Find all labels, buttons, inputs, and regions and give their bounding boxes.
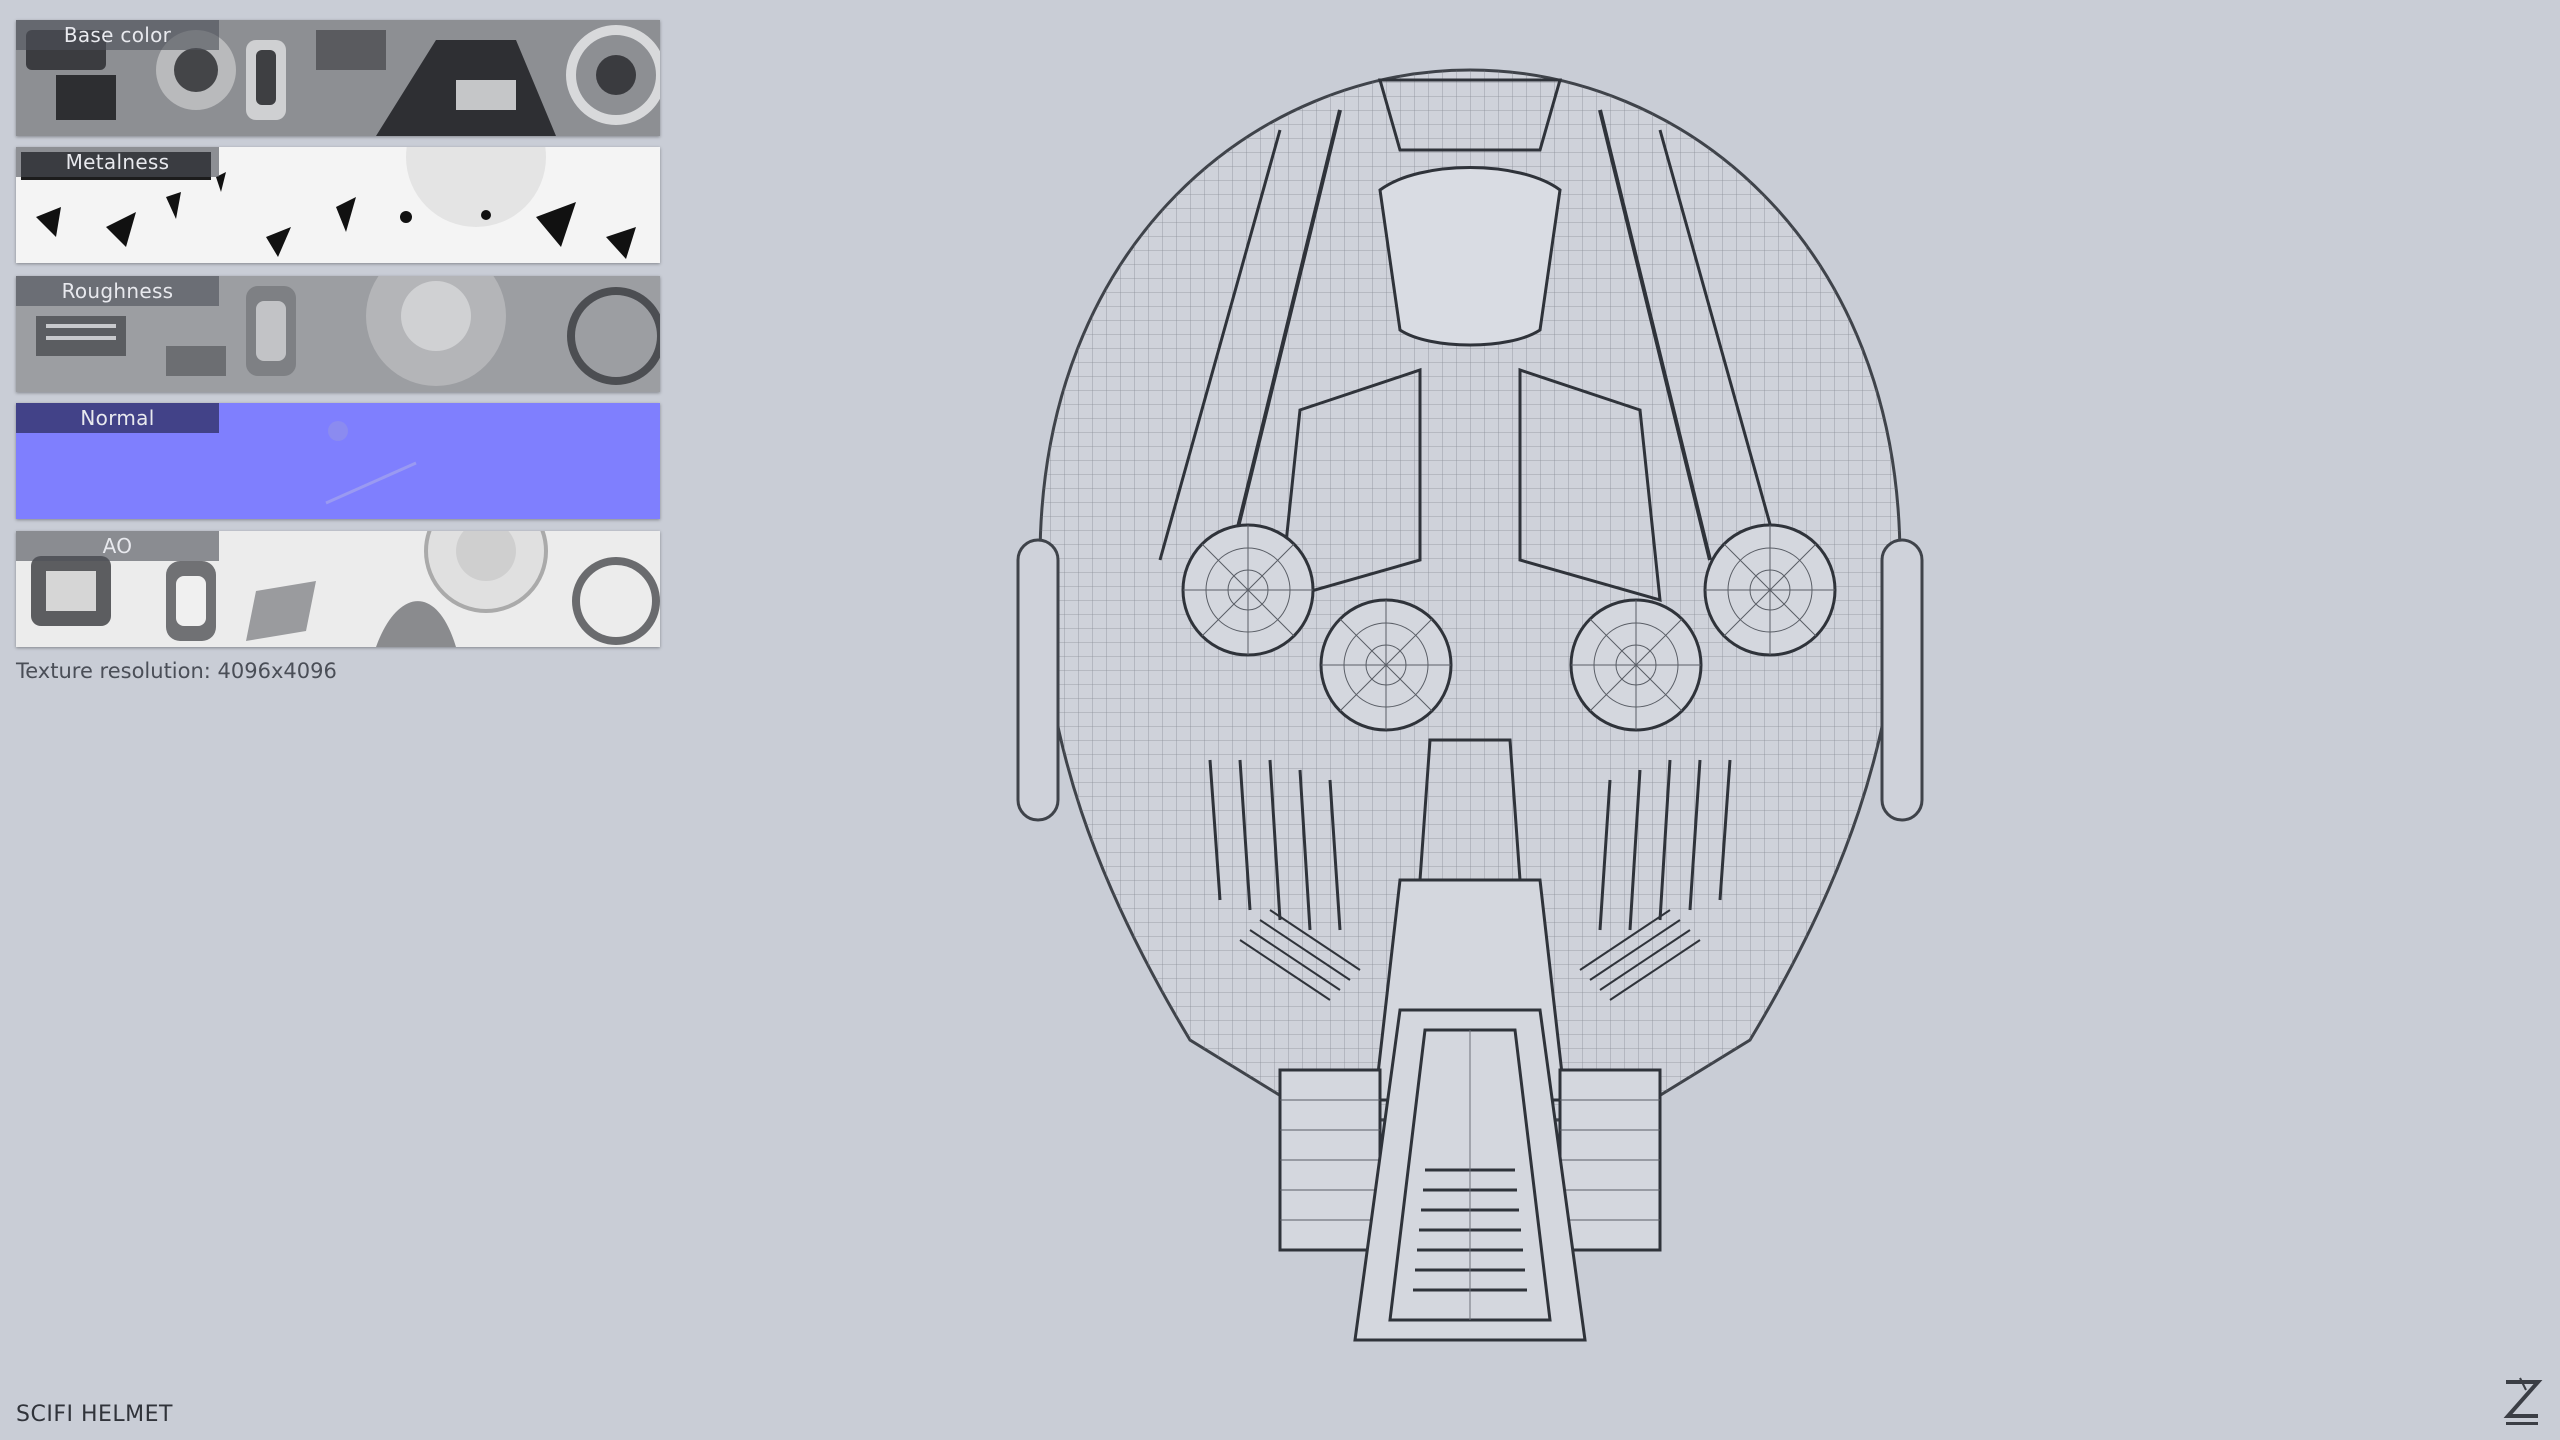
helmet-wireframe-viewport[interactable] — [980, 40, 1960, 1360]
normal-label: Normal — [16, 403, 219, 433]
model-title: SCIFI HELMET — [16, 1402, 173, 1427]
roughness-label: Roughness — [16, 276, 219, 306]
texture-panel-roughness: Roughness — [16, 276, 660, 392]
texture-resolution-text: Texture resolution: 4096x4096 — [16, 659, 337, 683]
metalness-label: Metalness — [16, 147, 219, 177]
z-logo-icon — [2503, 1377, 2543, 1425]
texture-panel-normal: Normal — [16, 403, 660, 519]
base-color-label: Base color — [16, 20, 219, 50]
texture-panel-base-color: Base color — [16, 20, 660, 136]
texture-panel-ao: AO — [16, 531, 660, 647]
texture-panel-metalness: Metalness — [16, 147, 660, 263]
helmet-wireframe — [1016, 68, 1924, 1342]
ao-label: AO — [16, 531, 219, 561]
